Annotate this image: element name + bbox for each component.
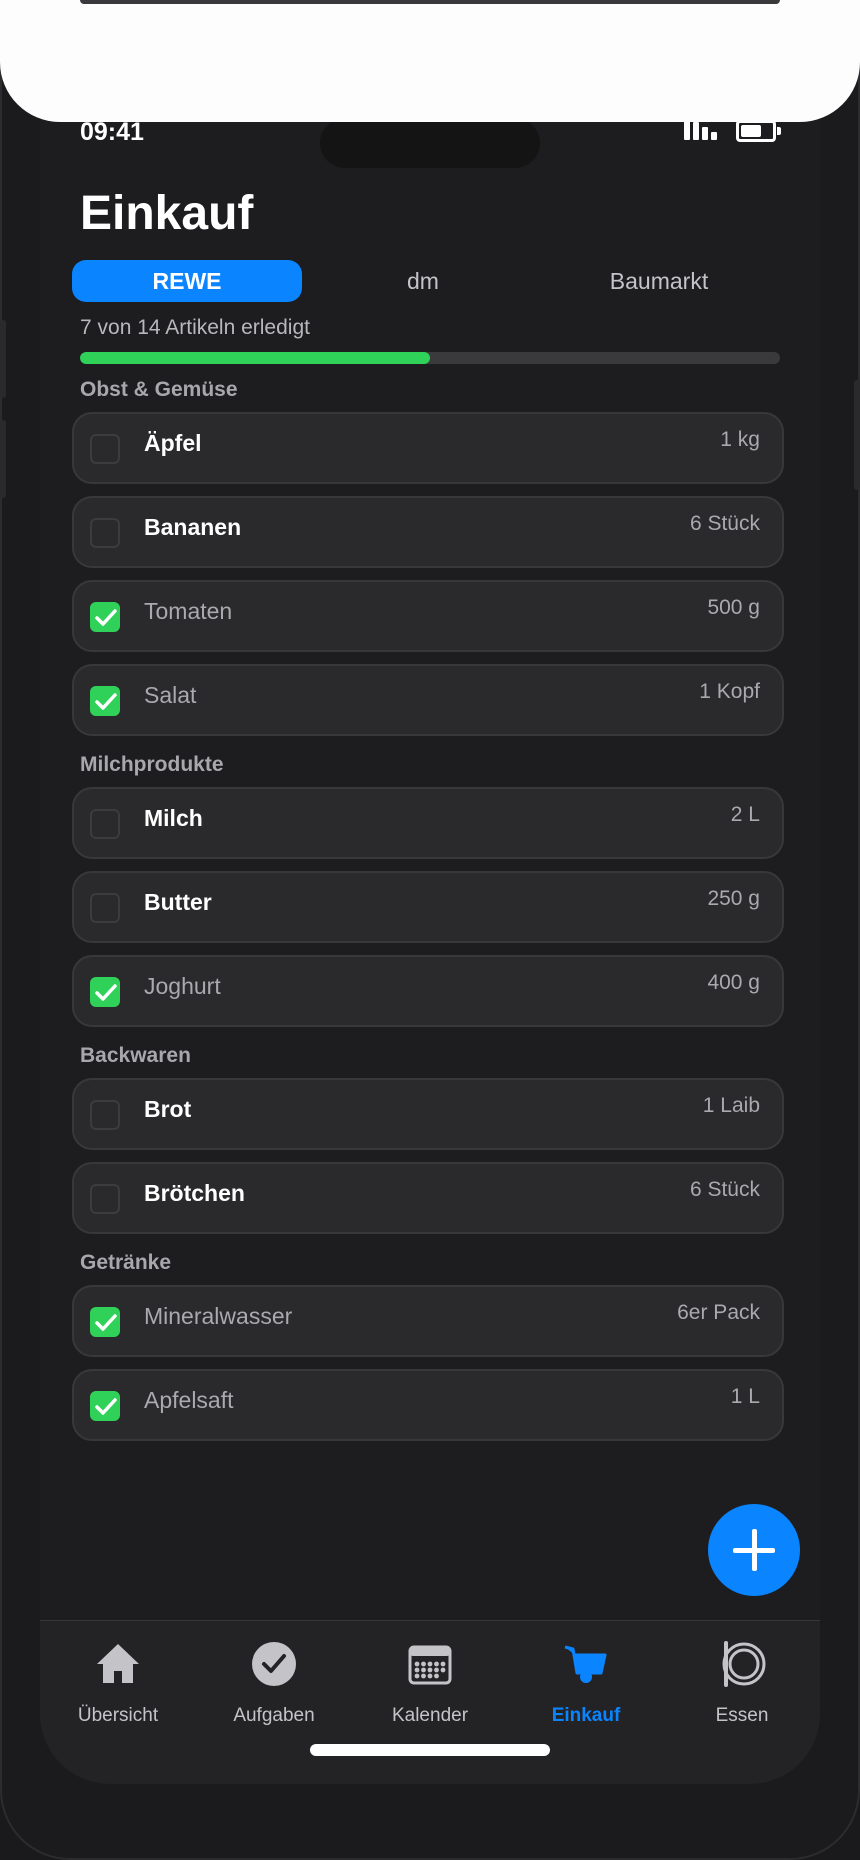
list-item[interactable]: Tomaten 500 g	[72, 580, 784, 652]
cart-icon	[561, 1639, 611, 1689]
item-checkbox[interactable]	[90, 1184, 120, 1214]
tab-cart[interactable]: Einkauf	[508, 1631, 664, 1741]
side-button-left-1	[0, 320, 6, 398]
item-quantity: 1 L	[730, 1385, 760, 1408]
item-checkbox[interactable]	[90, 518, 120, 548]
item-quantity: 2 L	[730, 803, 760, 826]
dynamic-island	[320, 118, 540, 168]
tab-store-1[interactable]: dm	[308, 260, 538, 302]
battery-icon	[736, 120, 781, 142]
tab-calendar[interactable]: Kalender	[352, 1631, 508, 1741]
item-checkbox[interactable]	[90, 1307, 120, 1337]
item-name: Joghurt	[144, 973, 221, 999]
home-icon	[93, 1639, 143, 1689]
item-checkbox[interactable]	[90, 1100, 120, 1130]
checkmark-circle-icon	[249, 1639, 299, 1689]
progress-label: 7 von 14 Artikeln erledigt	[80, 316, 310, 339]
item-name: Tomaten	[144, 598, 233, 624]
item-name: Milch	[144, 805, 203, 831]
list-item[interactable]: Brot 1 Laib	[72, 1078, 784, 1150]
tab-store-0[interactable]: REWE	[72, 260, 302, 302]
store-tabs: REWE dm Baumarkt	[72, 260, 784, 302]
list-item[interactable]: Joghurt 400 g	[72, 955, 784, 1027]
plate-icon	[717, 1639, 767, 1689]
item-name: Mineralwasser	[144, 1303, 293, 1329]
section-title: Getränke	[80, 1251, 172, 1274]
item-name: Butter	[144, 889, 212, 915]
app-screen: 09:41 Einkauf REWE dm Baumarkt 7 von 14 Ar…	[40, 96, 820, 1784]
item-quantity: 6 Stück	[689, 1178, 760, 1201]
tab-label: Kalender	[391, 1705, 469, 1726]
list-item[interactable]: Milch 2 L	[72, 787, 784, 859]
item-name: Salat	[144, 682, 197, 708]
tab-label: Übersicht	[77, 1705, 159, 1726]
item-checkbox[interactable]	[90, 602, 120, 632]
list-item[interactable]: Bananen 6 Stück	[72, 496, 784, 568]
item-checkbox[interactable]	[90, 686, 120, 716]
item-quantity: 500 g	[707, 596, 760, 619]
side-button-left-2	[0, 420, 6, 498]
list-item[interactable]: Brötchen 6 Stück	[72, 1162, 784, 1234]
status-time: 09:41	[80, 118, 144, 146]
page-title: Einkauf	[80, 187, 254, 240]
section-title: Milchprodukte	[80, 753, 224, 776]
tab-label: Einkauf	[551, 1705, 621, 1726]
list-item[interactable]: Mineralwasser 6er Pack	[72, 1285, 784, 1357]
item-name: Brot	[144, 1096, 192, 1122]
bottom-tab-bar: Übersicht Aufgaben Kalender Einkauf Essen	[40, 1620, 820, 1784]
item-name: Bananen	[144, 514, 242, 540]
item-checkbox[interactable]	[90, 434, 120, 464]
tab-checkmark-circle[interactable]: Aufgaben	[196, 1631, 352, 1741]
item-quantity: 1 Kopf	[699, 680, 760, 703]
top-overlay	[0, 0, 860, 122]
list-item[interactable]: Salat 1 Kopf	[72, 664, 784, 736]
home-indicator	[310, 1744, 550, 1756]
side-button-right	[854, 380, 860, 490]
item-quantity: 6er Pack	[677, 1301, 760, 1324]
item-quantity: 400 g	[707, 971, 760, 994]
list-item[interactable]: Apfelsaft 1 L	[72, 1369, 784, 1441]
tab-plate[interactable]: Essen	[664, 1631, 820, 1741]
tab-label: Essen	[715, 1705, 769, 1726]
phone-frame: 09:41 Einkauf REWE dm Baumarkt 7 von 14 Ar…	[0, 0, 860, 1860]
item-name: Brötchen	[144, 1180, 245, 1206]
item-checkbox[interactable]	[90, 1391, 120, 1421]
item-name: Apfelsaft	[144, 1387, 234, 1413]
tab-store-2[interactable]: Baumarkt	[544, 260, 774, 302]
calendar-icon	[405, 1639, 455, 1689]
item-quantity: 250 g	[707, 887, 760, 910]
add-item-button[interactable]	[708, 1504, 800, 1596]
progress-bar	[80, 352, 780, 364]
item-name: Äpfel	[144, 430, 202, 456]
tab-label: Aufgaben	[233, 1705, 315, 1726]
tab-home[interactable]: Übersicht	[40, 1631, 196, 1741]
item-checkbox[interactable]	[90, 977, 120, 1007]
progress-fill	[80, 352, 430, 364]
item-quantity: 1 Laib	[702, 1094, 760, 1117]
section-title: Obst & Gemüse	[80, 378, 238, 401]
item-checkbox[interactable]	[90, 893, 120, 923]
item-quantity: 1 kg	[720, 428, 760, 451]
item-quantity: 6 Stück	[689, 512, 760, 535]
list-item[interactable]: Butter 250 g	[72, 871, 784, 943]
section-title: Backwaren	[80, 1044, 191, 1067]
list-item[interactable]: Äpfel 1 kg	[72, 412, 784, 484]
item-checkbox[interactable]	[90, 809, 120, 839]
plus-icon	[733, 1529, 775, 1571]
